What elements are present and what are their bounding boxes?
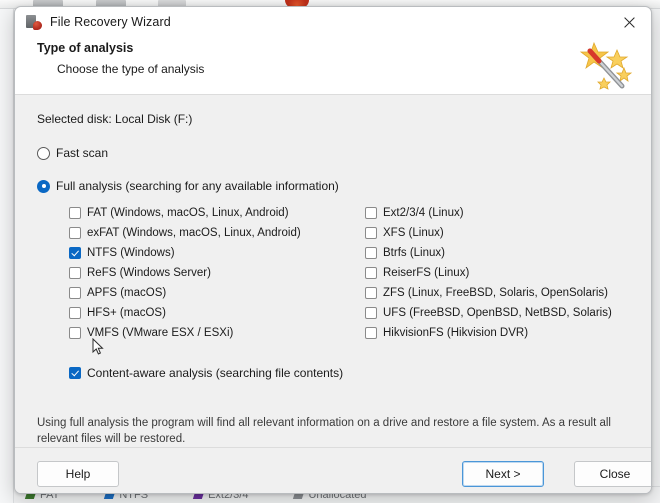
radio-full-analysis-label: Full analysis (searching for any availab… (56, 179, 339, 193)
checkbox-zfs-box (365, 287, 377, 299)
checkbox-refs[interactable]: ReFS (Windows Server) (69, 267, 365, 279)
checkbox-content-aware-label: Content-aware analysis (searching file c… (87, 366, 344, 380)
checkbox-vmfs[interactable]: VMFS (VMware ESX / ESXi) (69, 327, 365, 339)
checkbox-btrfs-label: Btrfs (Linux) (383, 247, 445, 259)
checkbox-ntfs-box (69, 247, 81, 259)
dialog-footer: Help Next > Close (15, 447, 651, 493)
checkbox-refs-label: ReFS (Windows Server) (87, 267, 211, 279)
close-button[interactable] (607, 7, 651, 37)
checkbox-xfs[interactable]: XFS (Linux) (365, 227, 629, 239)
dialog-body: Selected disk: Local Disk (F:) Fast scan… (15, 95, 651, 447)
page-subtitle: Choose the type of analysis (57, 62, 205, 76)
checkbox-apfs[interactable]: APFS (macOS) (69, 287, 365, 299)
checkbox-hfsplus-label: HFS+ (macOS) (87, 307, 166, 319)
checkbox-ufs[interactable]: UFS (FreeBSD, OpenBSD, NetBSD, Solaris) (365, 307, 629, 319)
magic-wand-icon (579, 41, 633, 90)
checkbox-content-aware-analysis[interactable]: Content-aware analysis (searching file c… (69, 366, 629, 380)
checkbox-ntfs-label: NTFS (Windows) (87, 247, 175, 259)
checkbox-exfat-label: exFAT (Windows, macOS, Linux, Android) (87, 227, 301, 239)
checkbox-vmfs-label: VMFS (VMware ESX / ESXi) (87, 327, 234, 339)
checkbox-hikvisionfs[interactable]: HikvisionFS (Hikvision DVR) (365, 327, 629, 339)
dialog-titlebar[interactable]: File Recovery Wizard (15, 7, 651, 37)
filesystem-options-grid: FAT (Windows, macOS, Linux, Android) Ext… (69, 207, 629, 339)
checkbox-zfs-label: ZFS (Linux, FreeBSD, Solaris, OpenSolari… (383, 287, 608, 299)
background-left-strip (0, 9, 14, 503)
checkbox-exfat[interactable]: exFAT (Windows, macOS, Linux, Android) (69, 227, 365, 239)
checkbox-hfsplus-box (69, 307, 81, 319)
checkbox-exfat-box (69, 227, 81, 239)
analysis-description: Using full analysis the program will fin… (37, 417, 611, 445)
radio-full-analysis-indicator (37, 179, 50, 193)
checkbox-hikvisionfs-box (365, 327, 377, 339)
checkbox-vmfs-box (69, 327, 81, 339)
checkbox-refs-box (69, 267, 81, 279)
selected-disk-label: Selected disk: Local Disk (F:) (37, 112, 193, 126)
radio-fast-scan-indicator (37, 146, 50, 160)
radio-full-analysis[interactable]: Full analysis (searching for any availab… (37, 179, 629, 193)
checkbox-content-aware-box (69, 367, 81, 379)
dialog-header: Type of analysis Choose the type of anal… (15, 37, 651, 95)
page-title: Type of analysis (37, 41, 134, 55)
close-icon (623, 16, 635, 28)
checkbox-ntfs[interactable]: NTFS (Windows) (69, 247, 365, 259)
checkbox-apfs-label: APFS (macOS) (87, 287, 167, 299)
checkbox-ext234[interactable]: Ext2/3/4 (Linux) (365, 207, 629, 219)
checkbox-fat-label: FAT (Windows, macOS, Linux, Android) (87, 207, 289, 219)
checkbox-btrfs[interactable]: Btrfs (Linux) (365, 247, 629, 259)
checkbox-ufs-box (365, 307, 377, 319)
checkbox-reiserfs[interactable]: ReiserFS (Linux) (365, 267, 629, 279)
checkbox-ext234-box (365, 207, 377, 219)
mouse-cursor (92, 338, 104, 355)
checkbox-reiserfs-label: ReiserFS (Linux) (383, 267, 470, 279)
next-button[interactable]: Next > (462, 461, 544, 487)
checkbox-hfsplus[interactable]: HFS+ (macOS) (69, 307, 365, 319)
checkbox-xfs-box (365, 227, 377, 239)
checkbox-ext234-label: Ext2/3/4 (Linux) (383, 207, 464, 219)
checkbox-hikvisionfs-label: HikvisionFS (Hikvision DVR) (383, 327, 529, 339)
radio-fast-scan[interactable]: Fast scan (37, 146, 629, 160)
checkbox-zfs[interactable]: ZFS (Linux, FreeBSD, Solaris, OpenSolari… (365, 287, 629, 299)
file-recovery-icon (26, 14, 42, 30)
checkbox-ufs-label: UFS (FreeBSD, OpenBSD, NetBSD, Solaris) (383, 307, 612, 319)
checkbox-fat-box (69, 207, 81, 219)
dialog-title: File Recovery Wizard (50, 15, 171, 29)
radio-fast-scan-label: Fast scan (56, 146, 109, 160)
file-recovery-wizard-dialog: File Recovery Wizard Type of analysis Ch… (14, 6, 652, 494)
checkbox-btrfs-box (365, 247, 377, 259)
help-button[interactable]: Help (37, 461, 119, 487)
checkbox-reiserfs-box (365, 267, 377, 279)
checkbox-fat[interactable]: FAT (Windows, macOS, Linux, Android) (69, 207, 365, 219)
checkbox-xfs-label: XFS (Linux) (383, 227, 444, 239)
close-dialog-button[interactable]: Close (574, 461, 651, 487)
checkbox-apfs-box (69, 287, 81, 299)
